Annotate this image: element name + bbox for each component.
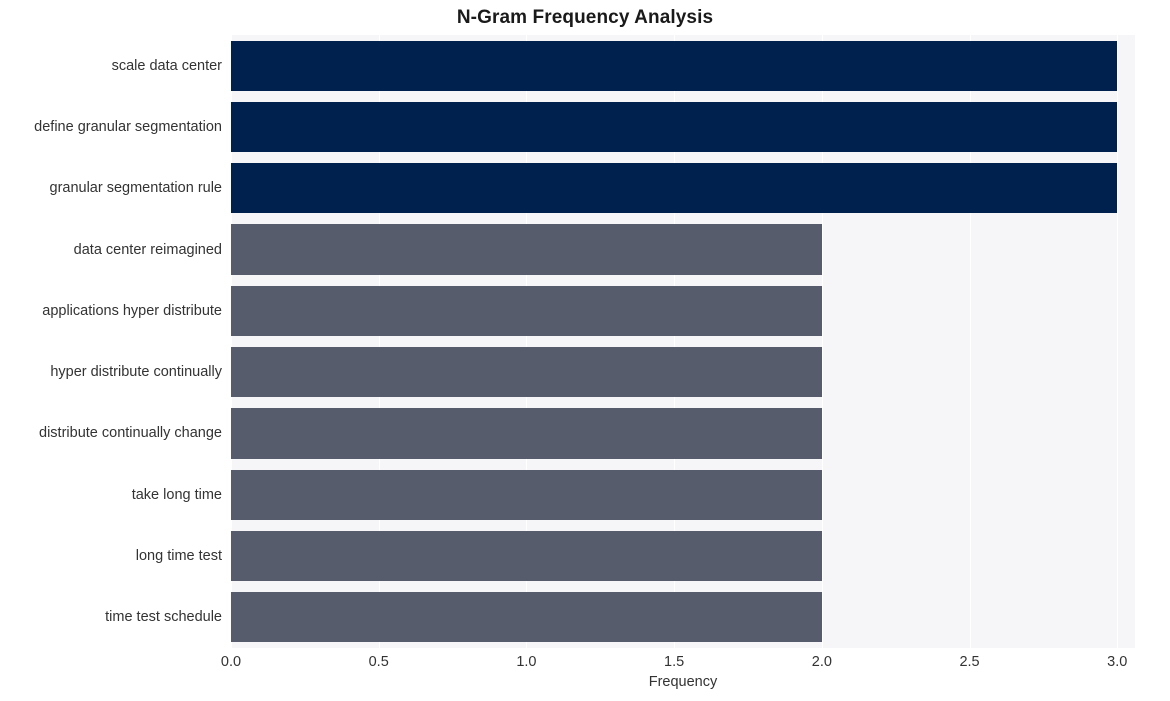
bar-row — [231, 347, 1135, 398]
y-axis: scale data center define granular segment… — [0, 35, 231, 648]
bar — [231, 224, 822, 275]
y-tick-label: define granular segmentation — [34, 118, 222, 135]
y-tick-label: long time test — [135, 548, 222, 565]
y-tick-label: granular segmentation rule — [49, 180, 223, 197]
bar — [231, 163, 1118, 214]
plot-area — [231, 35, 1135, 648]
bar-row — [231, 40, 1135, 91]
y-tick-label: applications hyper distribute — [42, 302, 222, 319]
bar — [231, 101, 1118, 153]
chart-title: N-Gram Frequency Analysis — [456, 7, 714, 28]
y-tick-label: data center reimagined — [73, 241, 222, 258]
x-tick-label: 3.0 — [1107, 654, 1128, 670]
y-tick-label: take long time — [131, 486, 222, 503]
bar — [231, 469, 822, 520]
bar — [231, 285, 822, 336]
bar-row — [231, 101, 1135, 153]
x-tick-label: 2.5 — [959, 654, 980, 670]
bar — [231, 347, 822, 398]
x-tick-label: 2.0 — [811, 654, 832, 670]
bar-row — [231, 285, 1135, 336]
bar — [231, 40, 1118, 91]
x-axis-title: Frequency — [648, 674, 718, 690]
y-tick-label: distribute continually change — [39, 425, 222, 442]
x-tick-label: 1.5 — [664, 654, 685, 670]
bar-row — [231, 469, 1135, 520]
bar-row — [231, 408, 1135, 459]
bar-row — [231, 224, 1135, 275]
bar — [231, 592, 822, 643]
chart-figure: N-Gram Frequency Analysis scale data cen… — [0, 0, 1170, 701]
bar-row — [231, 530, 1135, 582]
y-tick-label: time test schedule — [105, 609, 222, 626]
bar — [231, 530, 822, 582]
bar-row — [231, 163, 1135, 214]
y-tick-label: hyper distribute continually — [50, 364, 222, 381]
bar — [231, 408, 822, 459]
x-tick-label: 0.5 — [368, 654, 389, 670]
x-tick-label: 1.0 — [516, 654, 537, 670]
x-tick-label: 0.0 — [220, 654, 242, 670]
bar-row — [231, 592, 1135, 643]
y-tick-label: scale data center — [111, 57, 222, 74]
